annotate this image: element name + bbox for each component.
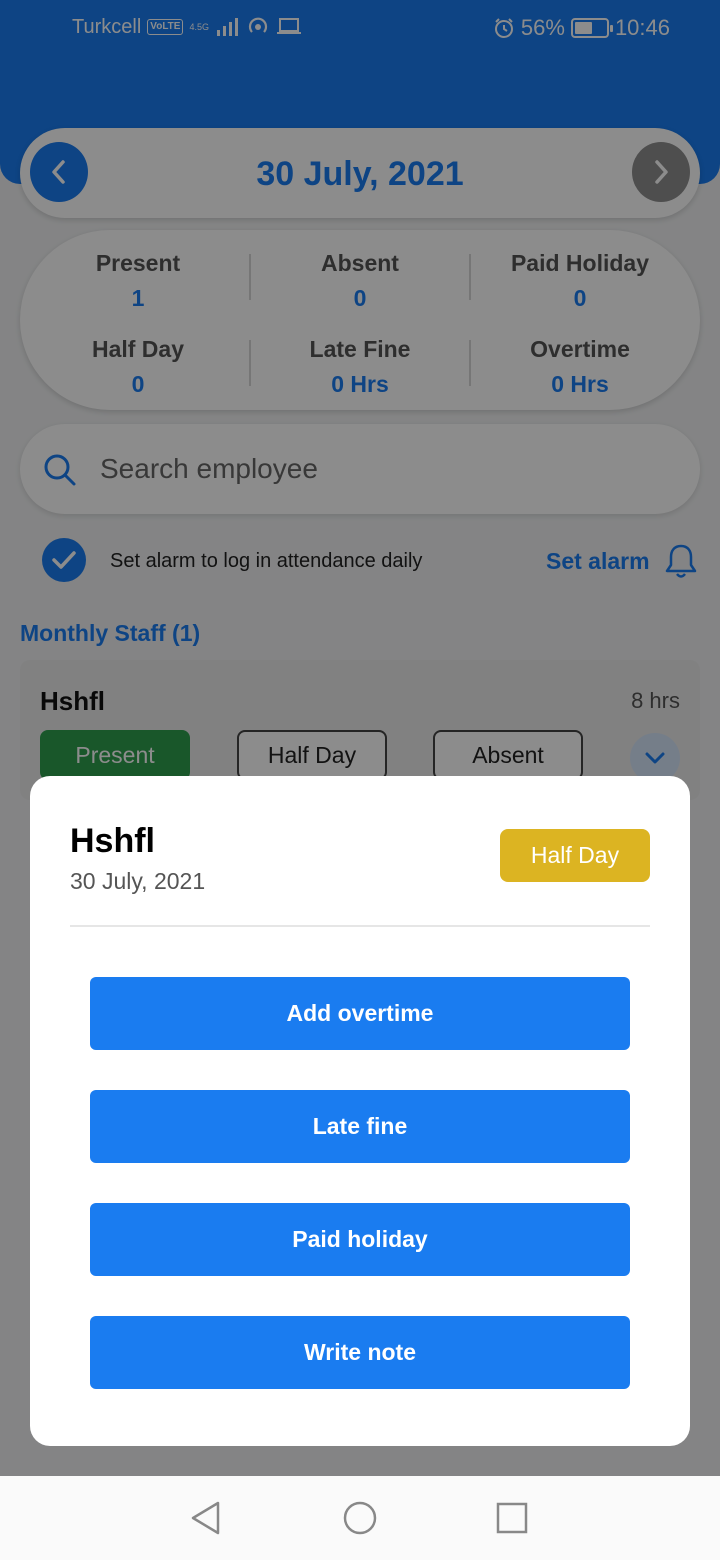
modal-date: 30 July, 2021 bbox=[70, 868, 206, 894]
late-fine-button[interactable]: Late fine bbox=[90, 1090, 630, 1163]
back-icon[interactable] bbox=[188, 1500, 224, 1536]
write-note-button[interactable]: Write note bbox=[90, 1316, 630, 1389]
system-nav-bar bbox=[0, 1476, 720, 1560]
recents-icon[interactable] bbox=[494, 1500, 530, 1536]
add-overtime-button[interactable]: Add overtime bbox=[90, 977, 630, 1050]
divider bbox=[70, 925, 650, 927]
home-icon[interactable] bbox=[342, 1500, 378, 1536]
attendance-options-sheet: Hshfl 30 July, 2021 Half Day Add overtim… bbox=[30, 776, 690, 1446]
status-badge: Half Day bbox=[500, 829, 650, 882]
paid-holiday-button[interactable]: Paid holiday bbox=[90, 1203, 630, 1276]
modal-staff-name: Hshfl bbox=[70, 822, 155, 860]
